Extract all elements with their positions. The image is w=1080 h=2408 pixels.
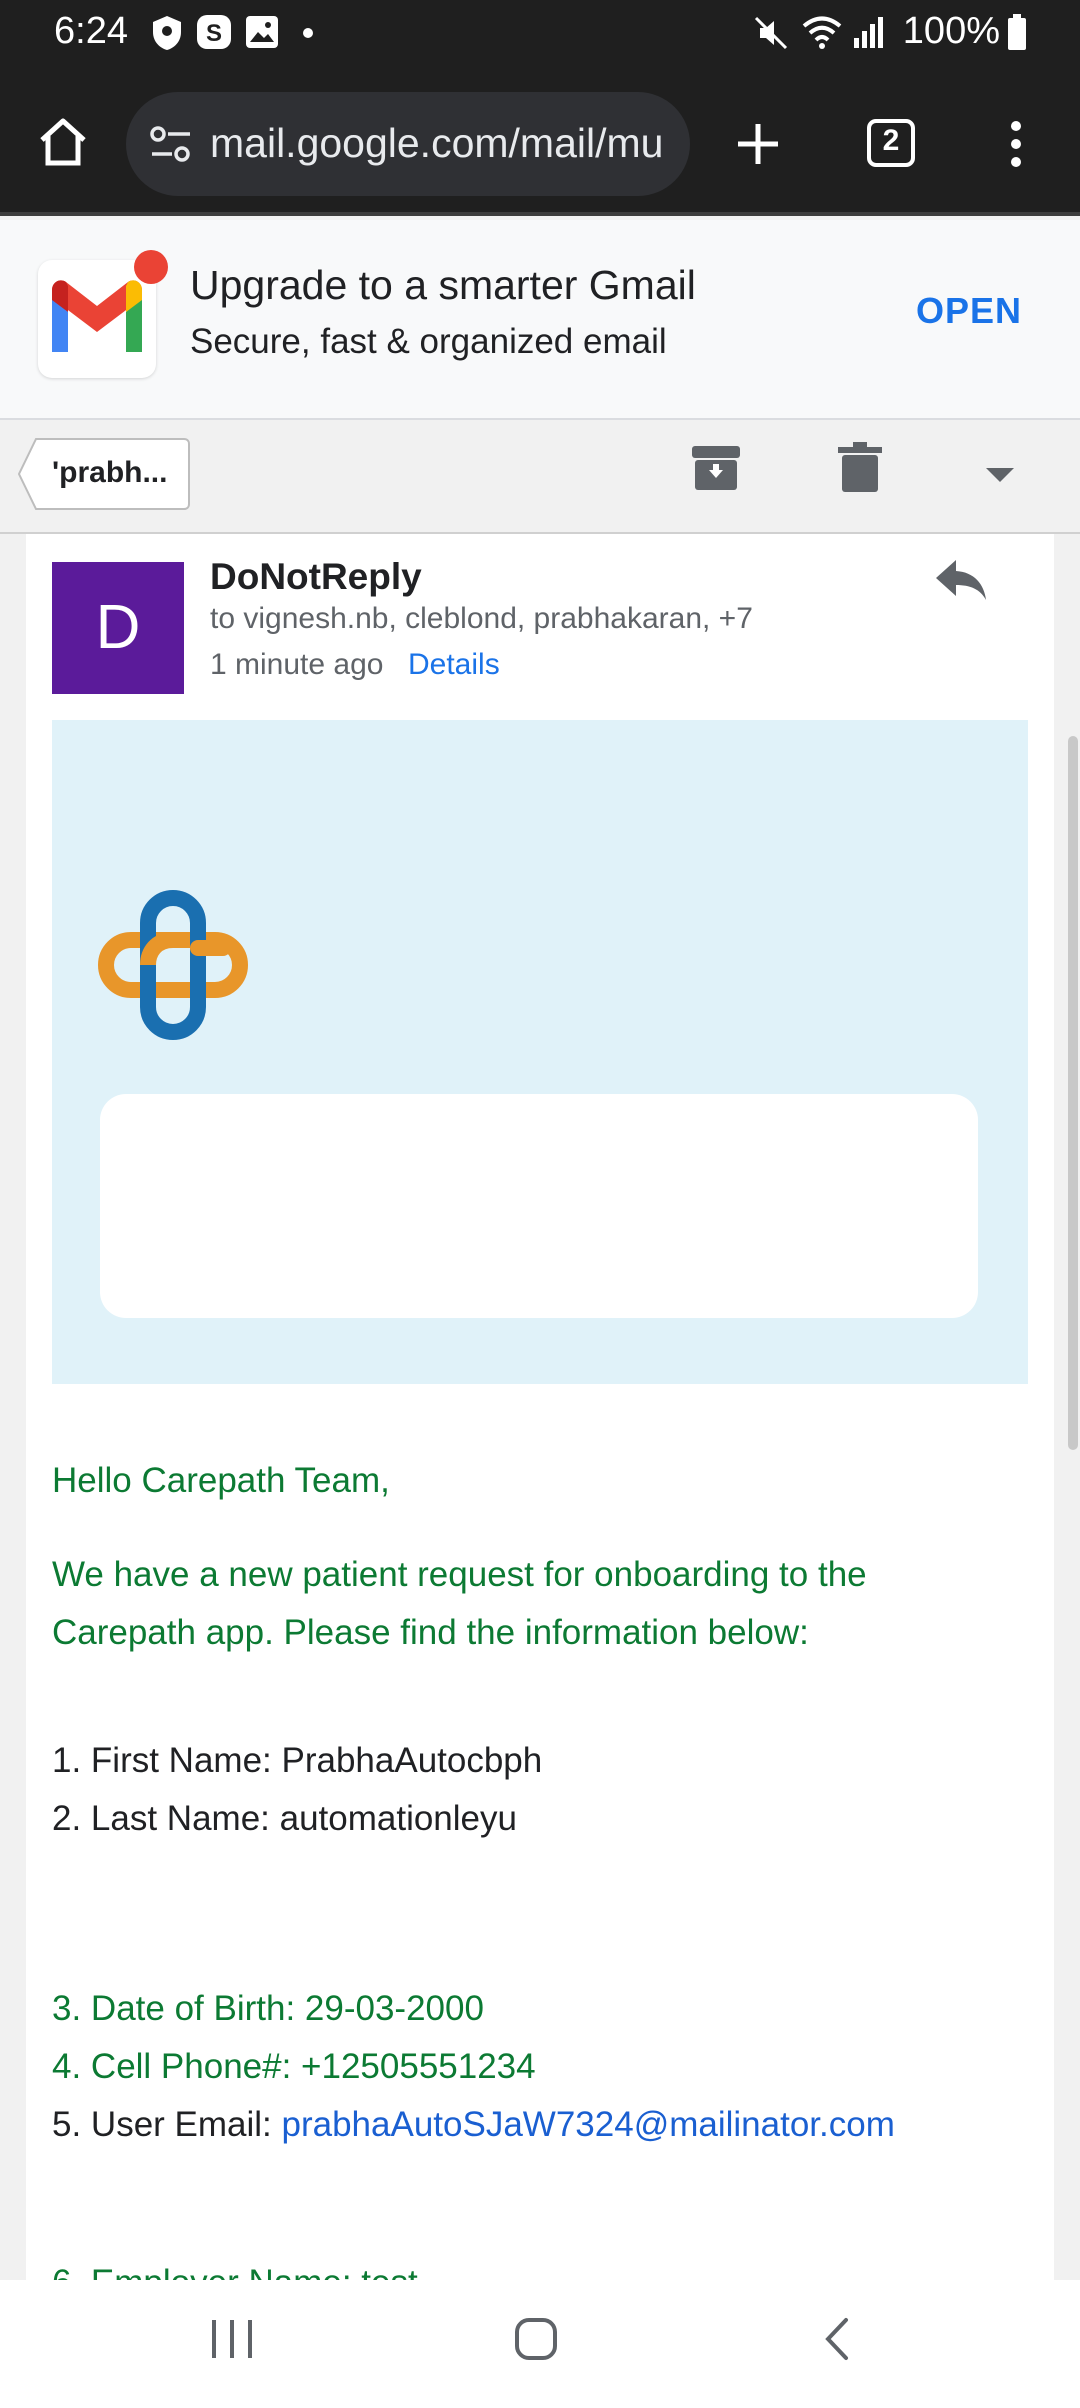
- archive-icon[interactable]: [690, 442, 742, 499]
- browser-toolbar: mail.google.com/mail/mu 2: [0, 68, 1080, 216]
- mute-icon: [752, 14, 790, 57]
- delete-icon[interactable]: [838, 442, 882, 499]
- back-to-search-button[interactable]: 'prabh...: [18, 438, 190, 510]
- message-card: D DoNotReply to vignesh.nb, cleblond, pr…: [26, 534, 1054, 2302]
- back-nav-icon[interactable]: [822, 2316, 852, 2367]
- signal-icon: [850, 14, 886, 55]
- tab-count: 2: [882, 124, 900, 157]
- open-app-button[interactable]: OPEN: [916, 290, 1022, 332]
- dot-icon: [302, 26, 314, 44]
- intro-line-2: Carepath app. Please find the informatio…: [52, 1613, 809, 1652]
- recipients: to vignesh.nb, cleblond, prabhakaran, +7: [210, 602, 753, 635]
- url-bar[interactable]: mail.google.com/mail/mu: [126, 92, 690, 196]
- sender-name: DoNotReply: [210, 556, 422, 597]
- banner-title: Upgrade to a smarter Gmail: [190, 262, 696, 308]
- url-text: mail.google.com/mail/mu: [210, 120, 664, 166]
- message-toolbar: 'prabh...: [0, 420, 1080, 534]
- battery-icon: [1006, 14, 1028, 57]
- battery-percent: 100%: [902, 10, 1000, 52]
- new-tab-icon[interactable]: [734, 120, 782, 173]
- details-link[interactable]: Details: [408, 648, 500, 682]
- first-name-line: 1. First Name: PrabhaAutocbph: [52, 1741, 543, 1780]
- wifi-icon: [800, 14, 844, 57]
- banner-subtitle: Secure, fast & organized email: [190, 322, 667, 361]
- message-time: 1 minute ago: [210, 648, 384, 681]
- status-time: 6:24: [54, 10, 128, 52]
- recent-apps-icon[interactable]: [210, 2316, 254, 2367]
- reply-icon[interactable]: [934, 558, 988, 609]
- user-email-line: 5. User Email: prabhaAutoSJaW7324@mailin…: [52, 2096, 895, 2154]
- header-content-box: [100, 1094, 978, 1318]
- toolbar-divider: [0, 212, 1080, 216]
- status-bar: 6:24 S 100%: [0, 0, 1080, 68]
- s-app-icon: S: [196, 14, 232, 55]
- user-email-label: 5. User Email:: [52, 2105, 282, 2144]
- system-nav-bar: [0, 2280, 1080, 2408]
- home-nav-icon[interactable]: [514, 2316, 558, 2367]
- svg-text:S: S: [206, 20, 222, 47]
- cell-phone-line: 4. Cell Phone#: +12505551234: [52, 2047, 536, 2086]
- home-icon[interactable]: [36, 116, 90, 173]
- dob-line: 3. Date of Birth: 29-03-2000: [52, 1989, 484, 2028]
- gmail-upgrade-banner[interactable]: Upgrade to a smarter Gmail Secure, fast …: [0, 220, 1080, 420]
- user-email-link[interactable]: prabhaAutoSJaW7324@mailinator.com: [282, 2105, 895, 2144]
- last-name-line: 2. Last Name: automationleyu: [52, 1799, 517, 1838]
- greeting-text: Hello Carepath Team,: [52, 1461, 390, 1500]
- intro-line-1: We have a new patient request for onboar…: [52, 1555, 867, 1594]
- avatar: D: [52, 562, 184, 694]
- more-options-icon[interactable]: [1004, 120, 1028, 173]
- carepath-logo: [98, 890, 248, 1045]
- dropdown-arrow-icon[interactable]: [984, 466, 1016, 489]
- shield-icon: [150, 14, 184, 57]
- gallery-icon: [244, 14, 280, 55]
- scrollbar[interactable]: [1068, 736, 1078, 1450]
- back-label: 'prabh...: [52, 456, 168, 489]
- tab-switcher-button[interactable]: 2: [866, 118, 916, 168]
- notification-dot: [134, 250, 168, 284]
- email-header-banner: [52, 720, 1028, 1384]
- site-settings-icon[interactable]: [146, 120, 196, 173]
